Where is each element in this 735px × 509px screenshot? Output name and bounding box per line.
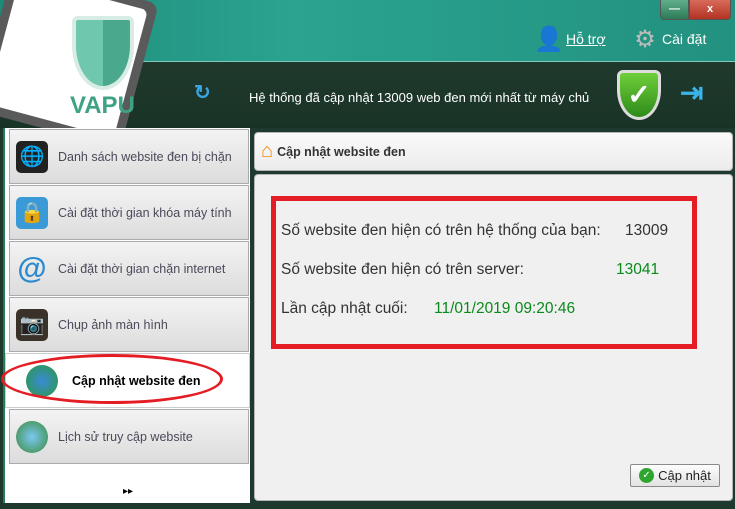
system-count-label: Số website đen hiện có trên hệ thống của… bbox=[281, 222, 601, 239]
minimize-button[interactable]: — bbox=[660, 0, 689, 20]
logo-text: VAPU bbox=[70, 92, 135, 119]
sidebar-item-label: Chụp ảnh màn hình bbox=[58, 317, 168, 332]
system-count-value: 13009 bbox=[625, 222, 669, 239]
gear-icon: ⚙ bbox=[634, 25, 656, 53]
bottom-strip bbox=[0, 503, 735, 509]
settings-label: Cài đặt bbox=[662, 31, 707, 47]
update-button-label: Cập nhật bbox=[658, 468, 711, 483]
sidebar-item-history[interactable]: Lịch sử truy cập website bbox=[9, 409, 249, 464]
support-link[interactable]: 👤 Hỗ trợ bbox=[534, 24, 606, 54]
panel-header: ⌂ Cập nhật website đen bbox=[254, 132, 733, 171]
close-button[interactable]: x bbox=[689, 0, 731, 20]
server-count-label: Số website đen hiện có trên server: bbox=[281, 261, 524, 278]
sidebar-item-label: Lịch sử truy cập website bbox=[58, 429, 193, 444]
update-panel: Số website đen hiện có trên hệ thống của… bbox=[254, 174, 733, 501]
sidebar-item-label: Danh sách website đen bị chặn bbox=[58, 149, 232, 164]
update-button[interactable]: ✓ Cập nhật bbox=[630, 464, 720, 487]
globe-computer-icon bbox=[16, 420, 48, 453]
more-items-button[interactable]: ▸▸ bbox=[123, 486, 133, 497]
logout-icon[interactable]: ⇥ bbox=[680, 76, 703, 109]
settings-link[interactable]: ⚙ Cài đặt bbox=[632, 24, 706, 54]
support-person-icon: 👤 bbox=[534, 25, 564, 53]
sidebar: 🌐 Danh sách website đen bị chặn 🔒 Cài đặ… bbox=[3, 128, 250, 503]
check-icon: ✓ bbox=[639, 468, 655, 483]
globe-folder-icon: 🌐 bbox=[16, 140, 48, 173]
sidebar-item-label: Cài đặt thời gian khóa máy tính bbox=[58, 205, 232, 220]
last-update-label: Lần cập nhật cuối: bbox=[281, 300, 408, 317]
support-label: Hỗ trợ bbox=[566, 31, 606, 47]
page-title: Cập nhật website đen bbox=[277, 144, 406, 159]
server-count-value: 13041 bbox=[616, 261, 660, 278]
sync-icon[interactable]: ↻ bbox=[194, 80, 211, 105]
sidebar-item-lock-time[interactable]: 🔒 Cài đặt thời gian khóa máy tính bbox=[9, 185, 249, 240]
home-icon: ⌂ bbox=[261, 140, 274, 162]
sidebar-item-blacklist[interactable]: 🌐 Danh sách website đen bị chặn bbox=[9, 129, 249, 184]
sidebar-item-screenshot[interactable]: 📷 Chụp ảnh màn hình bbox=[9, 297, 249, 352]
at-icon: @ bbox=[17, 251, 47, 285]
status-text: Hệ thống đã cập nhật 13009 web đen mới n… bbox=[249, 90, 590, 105]
camera-icon: 📷 bbox=[16, 308, 48, 341]
sidebar-item-internet-time[interactable]: @ Cài đặt thời gian chặn internet bbox=[9, 241, 249, 296]
monitor-lock-icon: 🔒 bbox=[16, 196, 48, 229]
highlight-ellipse bbox=[1, 354, 223, 404]
sidebar-item-label: Cài đặt thời gian chặn internet bbox=[58, 261, 226, 276]
last-update-value: 11/01/2019 09:20:46 bbox=[434, 300, 576, 317]
